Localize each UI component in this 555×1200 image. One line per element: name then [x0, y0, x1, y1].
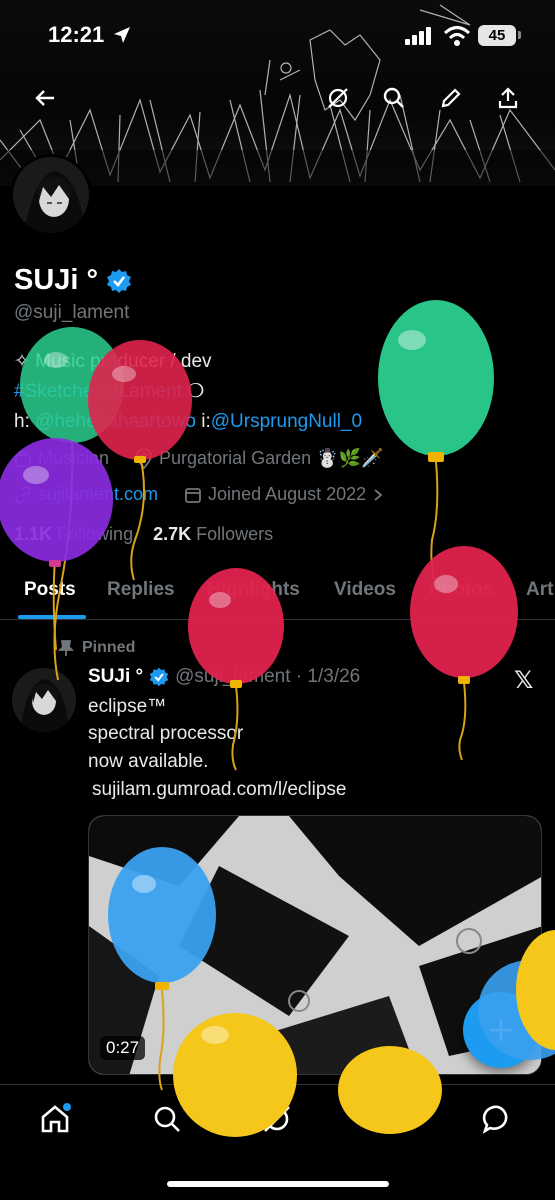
profile-avatar[interactable]	[10, 154, 92, 236]
battery-level: 45	[478, 25, 516, 46]
pinned-label: Pinned	[82, 639, 136, 656]
profile-website-link[interactable]: sujilament.com	[38, 484, 158, 505]
tweet-text-line-2: spectral processor	[88, 723, 244, 744]
location-pin-icon	[136, 448, 152, 469]
home-indicator	[167, 1181, 389, 1187]
balloon-green-right	[378, 300, 494, 581]
nav-messages-button[interactable]	[478, 1099, 518, 1139]
grok-icon	[328, 88, 348, 108]
profile-location: Purgatorial Garden ☃️🌿🗡️	[159, 448, 384, 468]
bio-line3-mid: i:	[195, 411, 211, 432]
profile-category: Musician	[38, 448, 110, 468]
bio-line-2: #SketchesofLament ❍	[14, 380, 204, 403]
tweet-author-avatar[interactable]	[12, 668, 76, 732]
tab-posts[interactable]: Posts	[24, 579, 76, 601]
messages-icon	[482, 1105, 508, 1134]
following-count: 1.1K	[14, 524, 53, 544]
plus-icon	[490, 1019, 512, 1041]
grok-icon	[264, 1106, 290, 1132]
following-label: Following	[57, 524, 134, 544]
profile-tabs: Posts Replies Highlights Videos Photos A…	[0, 572, 555, 620]
pin-icon	[58, 640, 74, 656]
status-time: 12:21	[48, 22, 105, 47]
link-icon	[15, 485, 31, 504]
bio-line3-prefix: h:	[14, 411, 36, 432]
chevron-right-icon[interactable]	[372, 488, 384, 502]
tab-replies[interactable]: Replies	[107, 579, 175, 601]
profile-handle: @suji_lament	[14, 302, 130, 323]
nav-grok-button[interactable]	[257, 1099, 297, 1139]
verified-badge-icon[interactable]	[106, 268, 132, 294]
bio-mention-1[interactable]: @hehehahaartowo	[35, 411, 196, 432]
verified-badge-icon	[149, 667, 169, 687]
compose-button[interactable]	[463, 992, 539, 1068]
bio-hashtag-suffix: ❍	[181, 381, 205, 402]
bio-hashtag-link[interactable]: #SketchesofLament	[14, 381, 182, 402]
tab-photos[interactable]: Photos	[429, 579, 493, 601]
followers-label: Followers	[196, 524, 274, 544]
tweet-text-line-1: eclipse™	[88, 696, 167, 717]
bio-mention-2[interactable]: @UrsprungNull_0	[211, 411, 362, 432]
tab-videos[interactable]: Videos	[334, 579, 396, 601]
share-button[interactable]	[490, 80, 526, 116]
share-icon	[498, 87, 518, 109]
grok-button[interactable]	[320, 80, 356, 116]
bio-line-1: ✧ Music producer / dev	[14, 351, 212, 372]
home-icon	[41, 1103, 71, 1133]
active-tab-indicator	[18, 615, 86, 619]
edit-profile-button[interactable]	[433, 80, 469, 116]
pencil-icon	[441, 88, 461, 108]
x-logo-icon: 𝕏	[514, 667, 534, 694]
arrow-left-icon	[35, 90, 54, 106]
tab-art[interactable]: Art	[526, 579, 553, 601]
follow-counts: 1.1K Following 2.7K Followers	[14, 524, 273, 545]
profile-meta-row-2: sujilament.com Joined August 2022	[14, 484, 384, 505]
video-duration: 0:27	[100, 1036, 146, 1060]
nav-search-button[interactable]	[147, 1099, 187, 1139]
cellular-signal-icon	[405, 27, 431, 45]
nav-notifications-button[interactable]	[366, 1099, 406, 1139]
back-button[interactable]	[27, 80, 63, 116]
briefcase-icon	[15, 450, 31, 467]
tweet-text-line-3: now available.	[88, 751, 209, 772]
tweet-handle-date: @suji_lament · 1/3/26	[175, 666, 361, 687]
nav-home-button[interactable]	[35, 1099, 75, 1139]
wifi-icon	[443, 26, 471, 46]
profile-meta-row-1: Musician Purgatorial Garden ☃️🌿🗡️	[14, 448, 383, 469]
profile-name: SUJi °	[14, 264, 99, 296]
status-bar: 12:21 45	[0, 0, 555, 70]
tweet-author-name[interactable]: SUJi °	[88, 666, 143, 688]
profile-name-row: SUJi °	[14, 264, 132, 297]
profile-joined-date: Joined August 2022	[208, 484, 367, 504]
search-icon	[154, 1106, 180, 1132]
bio-line-3: h: @hehehahaartowo i:@UrsprungNull_0	[14, 411, 362, 433]
location-arrow-icon	[114, 27, 130, 43]
followers-link[interactable]: 2.7K Followers	[153, 524, 273, 544]
search-button[interactable]	[376, 80, 412, 116]
notifications-bell-icon	[377, 1110, 395, 1131]
pinned-indicator: Pinned	[58, 639, 135, 657]
tweet-link[interactable]: sujilam.gumroad.com/l/eclipse	[92, 779, 347, 801]
tab-highlights[interactable]: Highlights	[207, 579, 300, 601]
tweet-header: SUJi ° @suji_lament · 1/3/26	[88, 666, 360, 688]
calendar-icon	[185, 487, 201, 503]
following-link[interactable]: 1.1K Following	[14, 524, 133, 544]
followers-count: 2.7K	[153, 524, 192, 544]
search-icon	[383, 87, 404, 108]
battery-tip	[518, 31, 521, 39]
